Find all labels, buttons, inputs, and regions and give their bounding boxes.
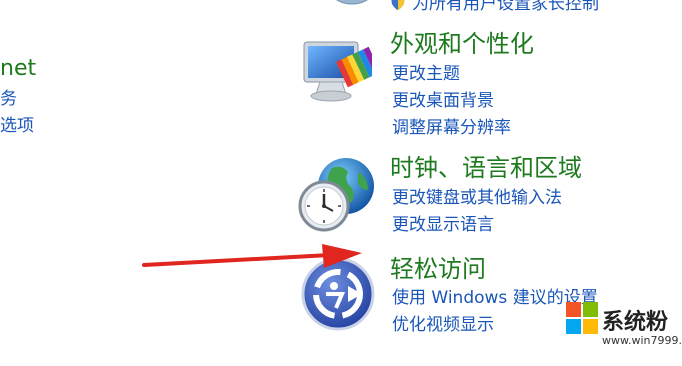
link-change-display-language[interactable]: 更改显示语言: [392, 215, 494, 235]
link-adjust-screen-resolution[interactable]: 调整屏幕分辨率: [392, 118, 511, 138]
left-category-title-fragment[interactable]: net: [0, 56, 36, 82]
link-change-keyboards-input-methods[interactable]: 更改键盘或其他输入法: [392, 188, 562, 208]
link-change-desktop-background[interactable]: 更改桌面背景: [392, 91, 494, 111]
appearance-monitor-palette-icon[interactable]: [298, 40, 381, 104]
site-watermark: 系统粉 www.win7999.com: [566, 298, 682, 358]
link-optimize-video-display[interactable]: 优化视频显示: [392, 315, 494, 335]
link-change-theme[interactable]: 更改主题: [392, 64, 460, 84]
watermark-url: www.win7999.com: [602, 334, 682, 347]
category-title-appearance[interactable]: 外观和个性化: [390, 30, 534, 58]
annotation-arrow: [142, 244, 362, 268]
watermark-site-name: 系统粉: [602, 310, 669, 335]
windows-logo-icon: [566, 302, 598, 334]
user-accounts-icon: [330, 0, 374, 6]
left-link-fragment-1[interactable]: 务: [0, 89, 17, 109]
left-link-fragment-2[interactable]: 选项: [0, 116, 34, 136]
category-title-ease-of-access[interactable]: 轻松访问: [390, 255, 486, 283]
category-title-clock-language-region[interactable]: 时钟、语言和区域: [390, 154, 582, 182]
uac-shield-icon: [390, 0, 406, 10]
clock-globe-icon[interactable]: [298, 156, 378, 236]
parental-controls-link[interactable]: 为所有用户设置家长控制: [412, 0, 599, 14]
